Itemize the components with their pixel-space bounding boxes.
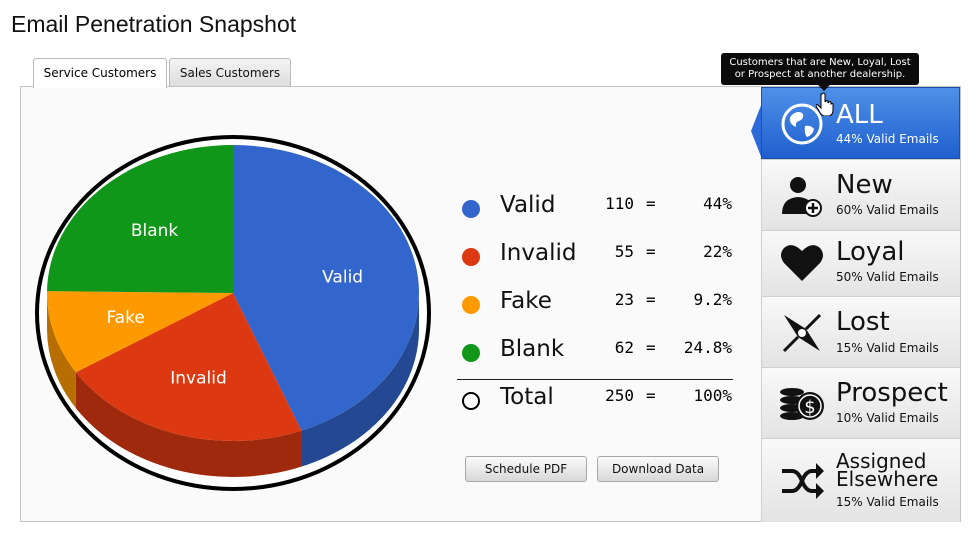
legend-dot-fake (462, 296, 480, 314)
segment-assigned-elsewhere[interactable]: Assigned Elsewhere 15% Valid Emails (761, 438, 960, 522)
legend-equals: = (646, 290, 656, 309)
heart-icon (781, 245, 823, 281)
segment-title: Prospect (836, 378, 948, 408)
legend-count: 250 (605, 386, 634, 405)
legend-equals: = (646, 386, 656, 405)
legend-row-blank: Blank 62 = 24.8% (460, 332, 735, 372)
legend-percent: 22% (703, 242, 732, 261)
legend-percent: 9.2% (693, 290, 732, 309)
segment-subtitle: 15% Valid Emails (836, 495, 939, 509)
pie-label-fake: Fake (106, 308, 144, 328)
legend-percent: 100% (693, 386, 732, 405)
legend-percent: 24.8% (683, 338, 732, 357)
segment-subtitle: 50% Valid Emails (836, 270, 939, 284)
legend-label: Valid (500, 192, 556, 218)
legend-row-total: Total 250 = 100% (460, 380, 735, 420)
legend-count: 110 (605, 194, 634, 213)
segment-prospect[interactable]: $ Prospect 10% Valid Emails (761, 367, 960, 438)
legend-label: Fake (500, 288, 552, 314)
legend-label: Invalid (500, 240, 577, 266)
segment-loyal[interactable]: Loyal 50% Valid Emails (761, 230, 960, 296)
legend-label: Total (500, 384, 554, 410)
legend-equals: = (646, 242, 656, 261)
tooltip-line1: Customers that are New, Loyal, Lost (729, 57, 911, 68)
segment-title: Loyal (836, 237, 905, 267)
segment-title-line2: Elsewhere (836, 467, 939, 491)
segment-title: ALL (836, 100, 883, 130)
segment-new[interactable]: New 60% Valid Emails (761, 159, 960, 230)
legend-dot-total (462, 392, 480, 410)
pie-label-invalid: Invalid (170, 368, 227, 388)
tab-sales-customers[interactable]: Sales Customers (169, 58, 291, 87)
segment-subtitle: 15% Valid Emails (836, 341, 939, 355)
hand-cursor-icon (816, 92, 834, 116)
legend-equals: = (646, 194, 656, 213)
legend-dot-invalid (462, 248, 480, 266)
tooltip-line2: or Prospect at another dealership. (734, 69, 906, 80)
pie-chart: Valid Invalid Fake Blank (35, 135, 431, 491)
pie-label-blank: Blank (131, 221, 179, 241)
legend-label: Blank (500, 336, 565, 362)
legend-dot-valid (462, 200, 480, 218)
legend-dot-blank (462, 344, 480, 362)
legend-row-valid: Valid 110 = 44% (460, 188, 735, 228)
add-user-icon (782, 177, 822, 217)
tooltip: Customers that are New, Loyal, Lost or P… (721, 53, 919, 85)
pie-label-valid: Valid (322, 267, 363, 287)
legend-count: 62 (614, 338, 634, 357)
legend-percent: 44% (703, 194, 732, 213)
segment-subtitle: 60% Valid Emails (836, 203, 939, 217)
schedule-pdf-button[interactable]: Schedule PDF (465, 456, 587, 482)
legend-row-fake: Fake 23 = 9.2% (460, 284, 735, 324)
segment-all[interactable]: ALL 44% Valid Emails (761, 87, 960, 159)
segment-lost[interactable]: Lost 15% Valid Emails (761, 296, 960, 367)
svg-text:$: $ (804, 397, 815, 418)
legend-row-invalid: Invalid 55 = 22% (460, 236, 735, 276)
segment-subtitle: 10% Valid Emails (836, 411, 939, 425)
compass-icon (782, 313, 822, 353)
shuffle-icon (782, 463, 824, 499)
legend-count: 23 (614, 290, 634, 309)
segment-title: New (836, 170, 893, 200)
pie-slice-blank (47, 145, 234, 293)
tab-service-customers[interactable]: Service Customers (33, 58, 167, 88)
segment-title: Lost (836, 307, 890, 337)
coins-icon: $ (780, 388, 824, 420)
page-title: Email Penetration Snapshot (11, 11, 297, 37)
download-data-button[interactable]: Download Data (597, 456, 719, 482)
legend-equals: = (646, 338, 656, 357)
segment-subtitle: 44% Valid Emails (836, 132, 939, 146)
tooltip-arrow (818, 85, 830, 91)
legend-count: 55 (614, 242, 634, 261)
